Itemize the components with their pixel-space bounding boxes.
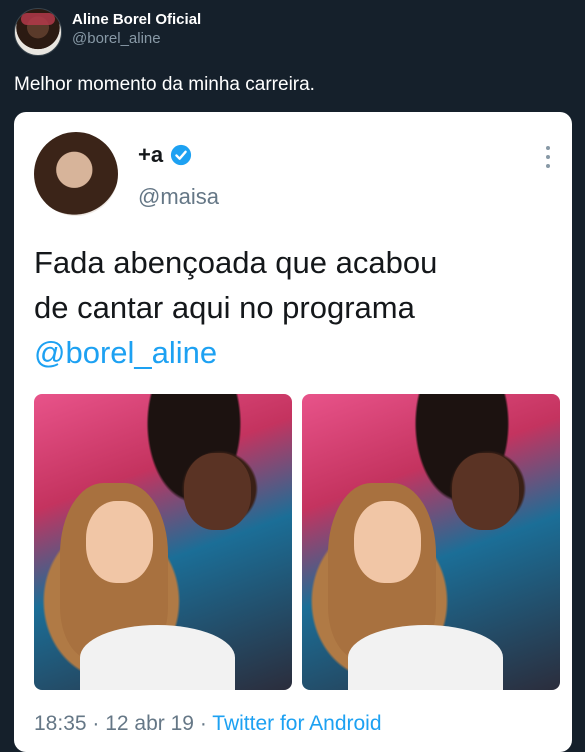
verified-badge-icon [170,144,192,166]
tweet-header: Aline Borel Oficial @borel_aline [14,8,574,58]
photo-face-2 [183,453,251,531]
quoted-author-avatar [34,132,118,216]
meta-separator: · [193,712,213,735]
photo-face [85,500,153,584]
quoted-tweet-text: Fada abençoada que acabou de cantar aqui… [34,240,534,375]
quoted-author-name: +a [138,142,164,167]
photo-2 [302,394,560,690]
tweet-date: 12 abr 19 [105,712,194,735]
embedded-tweet-screenshot[interactable]: +a @maisa Fada abençoada que acabou de c… [14,112,572,752]
photo-1 [34,394,292,690]
more-options-icon [544,146,552,174]
photo-face [353,500,421,584]
quoted-text-line-1: Fada abençoada que acabou [34,245,438,280]
quoted-mention: @borel_aline [34,335,218,370]
author-handle[interactable]: @borel_aline [72,30,161,47]
quoted-text-line-2: de cantar aqui no programa [34,290,415,325]
tweet-text: Melhor momento da minha carreira. [14,74,315,95]
author-name[interactable]: Aline Borel Oficial [72,11,201,28]
photo-shirt [80,624,236,690]
tweet-time: 18:35 [34,712,87,735]
tweet-meta: 18:35 · 12 abr 19 · Twitter for Android [34,712,382,736]
quoted-author-handle: @maisa [138,184,220,209]
tweet-source: Twitter for Android [212,712,382,735]
author-avatar[interactable] [14,8,62,56]
photo-face-2 [451,453,519,531]
meta-separator: · [86,712,106,735]
photo-shirt [348,624,504,690]
